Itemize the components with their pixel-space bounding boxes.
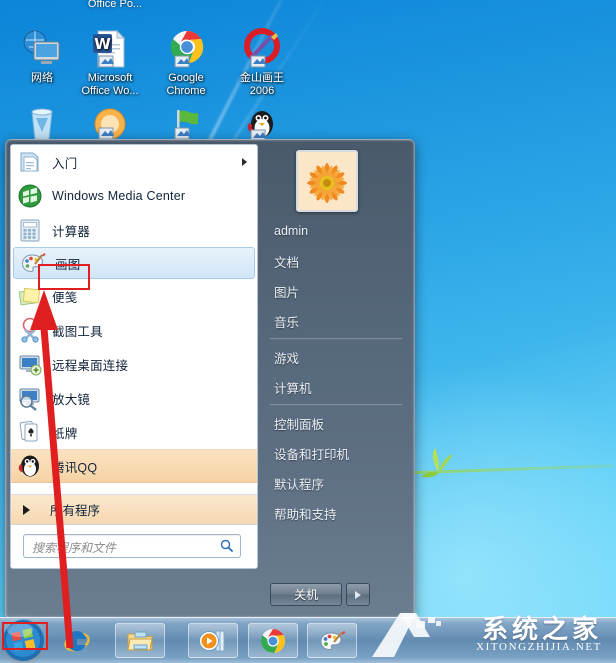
menu-item-label: 截图工具 <box>52 324 103 339</box>
annotation-rect-start-button <box>2 622 48 650</box>
windows-media-player-icon <box>199 630 225 651</box>
taskbar-button-internet-explorer[interactable] <box>52 623 102 658</box>
desktop-icon-google-chrome[interactable]: Google Chrome <box>144 28 228 98</box>
right-item-control-panel[interactable]: 控制面板 <box>262 408 412 438</box>
taskbar-button-windows-media-player[interactable] <box>188 623 238 658</box>
search-placeholder: 搜索程序和文件 <box>32 541 117 555</box>
search-area: 搜索程序和文件 <box>11 524 257 568</box>
desktop-icon-microsoft-office-word[interactable]: W Microsoft Office Wo... <box>68 28 152 98</box>
menu-separator <box>270 404 402 406</box>
menu-item-label: 远程桌面连接 <box>52 358 129 373</box>
right-item-music[interactable]: 音乐 <box>262 306 412 336</box>
menu-separator <box>270 338 402 340</box>
taskbar-button-file-explorer[interactable] <box>115 623 165 658</box>
kingsoft-paint-icon <box>241 28 283 70</box>
desktop-icon-label: Google <box>168 72 204 84</box>
menu-item-label: 计算器 <box>52 224 91 239</box>
taskbar <box>0 617 616 663</box>
menu-item-label: Windows Media Center <box>52 189 186 203</box>
shutdown-options-button[interactable] <box>346 583 370 606</box>
word-icon: W <box>89 28 131 70</box>
right-item-pictures[interactable]: 图片 <box>262 276 412 306</box>
annotation-rect-paint <box>38 264 90 290</box>
magnifier-icon <box>220 539 234 553</box>
menu-item-label: 纸牌 <box>52 426 78 441</box>
media-center-icon <box>17 183 43 209</box>
remote-desktop-icon <box>17 351 43 377</box>
start-menu-left-panel: 入门 Windows Media Center 计算器 画图 便笺 截图工具 远… <box>10 144 258 569</box>
desktop-icon-label: Microsoft <box>87 72 133 84</box>
desktop-icon-label-cutoff: Office Po... <box>87 0 143 10</box>
start-menu: 入门 Windows Media Center 计算器 画图 便笺 截图工具 远… <box>5 139 415 618</box>
solitaire-icon <box>17 419 43 445</box>
desktop-icon-label: 金山画王 <box>240 72 284 84</box>
shutdown-button[interactable]: 关机 <box>270 583 342 606</box>
taskbar-button-paint[interactable] <box>307 623 357 658</box>
all-programs-label: 所有程序 <box>50 504 101 518</box>
internet-explorer-icon <box>64 630 90 651</box>
getting-started-icon <box>17 149 43 175</box>
right-item-username[interactable]: admin <box>262 216 412 246</box>
file-explorer-icon <box>127 631 153 650</box>
network-icon <box>21 28 63 70</box>
chevron-right-icon <box>242 158 247 166</box>
right-item-computer[interactable]: 计算机 <box>262 372 412 402</box>
right-item-default-programs[interactable]: 默认程序 <box>262 468 412 498</box>
right-item-help-and-support[interactable]: 帮助和支持 <box>262 498 412 528</box>
menu-item-tencent-qq[interactable]: 腾讯QQ <box>11 449 257 483</box>
menu-item-remote-desktop[interactable]: 远程桌面连接 <box>11 347 257 381</box>
shutdown-area: 关机 <box>270 583 370 606</box>
menu-item-calculator[interactable]: 计算器 <box>11 213 257 247</box>
menu-item-windows-media-center[interactable]: Windows Media Center <box>11 179 257 213</box>
taskbar-button-chrome[interactable] <box>248 623 298 658</box>
snipping-tool-icon <box>17 317 43 343</box>
chrome-icon <box>165 28 207 70</box>
menu-item-label: 放大镜 <box>52 392 91 407</box>
chevron-right-icon <box>355 590 361 599</box>
paint-icon <box>320 630 346 650</box>
desktop-icon-label-2: 2006 <box>249 85 275 97</box>
qq-penguin-icon <box>17 453 43 479</box>
start-menu-right-panel: admin 文档 图片 音乐 游戏 计算机 控制面板 设备和打印机 默认程序 帮… <box>262 144 412 615</box>
menu-item-label: 腾讯QQ <box>52 460 98 475</box>
menu-item-getting-started[interactable]: 入门 <box>11 145 257 179</box>
desktop-icon-label-2: Office Wo... <box>81 85 139 97</box>
chrome-icon <box>260 628 286 653</box>
wallpaper-sprout-icon <box>421 448 453 478</box>
right-item-devices-and-printers[interactable]: 设备和打印机 <box>262 438 412 468</box>
menu-item-solitaire[interactable]: 纸牌 <box>11 415 257 449</box>
svg-text:W: W <box>94 35 111 53</box>
magnifier-icon <box>17 385 43 411</box>
right-item-documents[interactable]: 文档 <box>262 246 412 276</box>
desktop-icon-kingsoft-paint-2006[interactable]: 金山画王 2006 <box>220 28 304 98</box>
menu-item-label: 入门 <box>52 156 78 171</box>
chevron-right-icon <box>23 504 30 515</box>
menu-item-magnifier[interactable]: 放大镜 <box>11 381 257 415</box>
avatar[interactable] <box>296 150 358 212</box>
desktop-icon-label-2: Chrome <box>166 85 206 97</box>
right-item-games[interactable]: 游戏 <box>262 342 412 372</box>
calculator-icon <box>17 217 43 243</box>
menu-item-snipping-tool[interactable]: 截图工具 <box>11 313 257 347</box>
search-input[interactable]: 搜索程序和文件 <box>23 534 241 558</box>
all-programs-button[interactable]: 所有程序 <box>11 494 257 524</box>
